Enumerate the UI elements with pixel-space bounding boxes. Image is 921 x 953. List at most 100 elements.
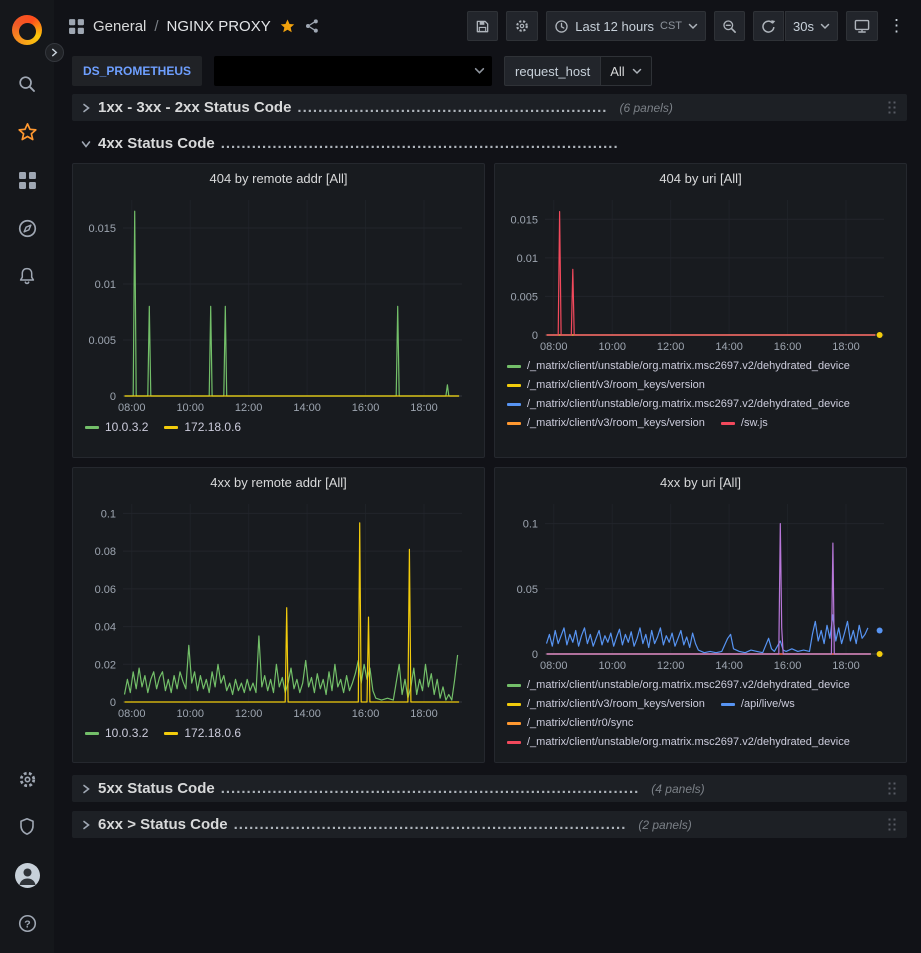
sidebar-item-search[interactable] xyxy=(0,60,54,108)
legend-swatch-icon xyxy=(164,426,178,429)
legend-item[interactable]: 172.18.0.6 xyxy=(164,419,241,436)
legend-label: /_matrix/client/v3/room_keys/version xyxy=(527,377,705,394)
sidebar-item-dashboards[interactable] xyxy=(0,156,54,204)
panel-title[interactable]: 404 by remote addr [All] xyxy=(81,166,476,192)
sidebar-item-alerting[interactable] xyxy=(0,252,54,300)
panel-4xx-by-remote-addr: 4xx by remote addr [All] 08:0010:0012:00… xyxy=(72,467,485,763)
datasource-variable-label[interactable]: DS_PROMETHEUS xyxy=(72,56,202,86)
save-dashboard-button[interactable] xyxy=(467,11,498,41)
legend-label: 172.18.0.6 xyxy=(184,725,241,742)
panel-title[interactable]: 4xx by uri [All] xyxy=(503,470,898,496)
save-icon xyxy=(475,19,490,34)
chart-legend: /_matrix/client/unstable/org.matrix.msc2… xyxy=(503,355,898,432)
sidebar-item-configuration[interactable] xyxy=(0,755,54,803)
zoom-out-button[interactable] xyxy=(714,11,745,41)
chart-legend: 10.0.3.2 172.18.0.6 xyxy=(81,722,476,742)
request-host-value: All xyxy=(610,64,624,79)
legend-item[interactable]: /api/live/ws xyxy=(721,696,795,713)
dashboard-body: 1xx - 3xx - 2xx Status Code ............… xyxy=(54,90,921,953)
grafana-logo[interactable] xyxy=(0,8,54,52)
kebab-menu-button[interactable]: ⋮ xyxy=(886,16,907,36)
legend-item[interactable]: /_matrix/client/v3/room_keys/version xyxy=(507,415,705,432)
gear-icon xyxy=(17,769,38,790)
legend-item[interactable]: /_matrix/client/v3/room_keys/version xyxy=(507,377,705,394)
legend-item[interactable]: /_matrix/client/unstable/org.matrix.msc2… xyxy=(507,396,850,413)
timeseries-chart[interactable]: 08:0010:0012:0014:0016:0018:0000.050.1 xyxy=(503,496,898,674)
legend-swatch-icon xyxy=(507,741,521,744)
panel-title[interactable]: 404 by uri [All] xyxy=(503,166,898,192)
row-drag-handle[interactable] xyxy=(887,100,897,116)
chevron-down-icon xyxy=(632,68,642,75)
row-leader-dots: ........................................… xyxy=(297,99,607,116)
row-drag-handle[interactable] xyxy=(887,817,897,833)
legend-item[interactable]: /sw.js xyxy=(721,415,768,432)
dashboard-toolbar: General / NGINX PROXY xyxy=(54,0,921,52)
row-title: 5xx Status Code xyxy=(98,780,215,797)
refresh-interval-picker[interactable]: 30s xyxy=(785,11,838,41)
row-6xx[interactable]: 6xx > Status Code ......................… xyxy=(72,811,907,838)
monitor-icon xyxy=(854,18,870,34)
tv-mode-button[interactable] xyxy=(846,11,878,41)
time-range-picker[interactable]: Last 12 hours CST xyxy=(546,11,706,41)
legend-item[interactable]: /_matrix/client/unstable/org.matrix.msc2… xyxy=(507,734,850,751)
sidebar-item-explore[interactable] xyxy=(0,204,54,252)
legend-swatch-icon xyxy=(507,703,521,706)
legend-swatch-icon xyxy=(507,384,521,387)
row-1xx-3xx-2xx[interactable]: 1xx - 3xx - 2xx Status Code ............… xyxy=(72,94,907,121)
refresh-button[interactable] xyxy=(753,11,784,41)
svg-text:0.005: 0.005 xyxy=(88,335,116,347)
svg-text:08:00: 08:00 xyxy=(118,402,146,414)
sidebar-item-server-admin[interactable] xyxy=(0,803,54,851)
legend-item[interactable]: 172.18.0.6 xyxy=(164,725,241,742)
datasource-variable-select[interactable] xyxy=(214,56,492,86)
time-range-label: Last 12 hours xyxy=(575,19,654,34)
sidebar-item-help[interactable]: ? xyxy=(0,899,54,947)
breadcrumb-section[interactable]: General xyxy=(93,18,146,35)
legend-swatch-icon xyxy=(507,422,521,425)
legend-item[interactable]: /_matrix/client/unstable/org.matrix.msc2… xyxy=(507,358,850,375)
row-5xx[interactable]: 5xx Status Code ........................… xyxy=(72,775,907,802)
refresh-interval-label: 30s xyxy=(793,19,814,34)
gear-icon xyxy=(514,18,530,34)
svg-text:08:00: 08:00 xyxy=(118,708,146,720)
legend-label: /_matrix/client/v3/room_keys/version xyxy=(527,415,705,432)
row-drag-handle[interactable] xyxy=(887,781,897,797)
legend-item[interactable]: 10.0.3.2 xyxy=(85,725,148,742)
svg-text:0.02: 0.02 xyxy=(95,659,116,671)
favorite-star-icon[interactable] xyxy=(279,18,296,35)
sidebar-item-profile[interactable] xyxy=(0,851,54,899)
legend-swatch-icon xyxy=(85,732,99,735)
row-4xx[interactable]: 4xx Status Code ........................… xyxy=(72,130,907,157)
svg-text:18:00: 18:00 xyxy=(832,660,860,672)
svg-text:10:00: 10:00 xyxy=(176,402,204,414)
sidebar-expand-button[interactable] xyxy=(45,43,64,62)
timeseries-chart[interactable]: 08:0010:0012:0014:0016:0018:0000.0050.01… xyxy=(81,192,476,416)
legend-item[interactable]: /_matrix/client/unstable/org.matrix.msc2… xyxy=(507,677,850,694)
apps-grid-icon[interactable] xyxy=(68,18,85,35)
svg-text:16:00: 16:00 xyxy=(352,708,380,720)
sidebar-item-starred[interactable] xyxy=(0,108,54,156)
svg-text:0.01: 0.01 xyxy=(95,279,116,291)
breadcrumb: General / NGINX PROXY xyxy=(68,18,320,35)
dashboard-settings-button[interactable] xyxy=(506,11,538,41)
breadcrumb-separator: / xyxy=(154,18,158,35)
panel-title[interactable]: 4xx by remote addr [All] xyxy=(81,470,476,496)
legend-item[interactable]: 10.0.3.2 xyxy=(85,419,148,436)
share-icon[interactable] xyxy=(304,18,320,34)
svg-text:10:00: 10:00 xyxy=(176,708,204,720)
request-host-select[interactable]: All xyxy=(600,56,651,86)
legend-label: /_matrix/client/r0/sync xyxy=(527,715,633,732)
legend-label: /api/live/ws xyxy=(741,696,795,713)
dashboard-title[interactable]: NGINX PROXY xyxy=(167,18,271,35)
svg-text:0.04: 0.04 xyxy=(95,622,116,634)
timeseries-chart[interactable]: 08:0010:0012:0014:0016:0018:0000.020.040… xyxy=(81,496,476,722)
avatar xyxy=(15,863,40,888)
shield-icon xyxy=(17,817,37,837)
legend-item[interactable]: /_matrix/client/v3/room_keys/version xyxy=(507,696,705,713)
svg-text:18:00: 18:00 xyxy=(410,708,438,720)
row-leader-dots: ........................................… xyxy=(221,135,619,152)
timeseries-chart[interactable]: 08:0010:0012:0014:0016:0018:0000.0050.01… xyxy=(503,192,898,355)
row-title: 6xx > Status Code xyxy=(98,816,228,833)
row-panel-count: (6 panels) xyxy=(619,101,672,115)
legend-item[interactable]: /_matrix/client/r0/sync xyxy=(507,715,633,732)
